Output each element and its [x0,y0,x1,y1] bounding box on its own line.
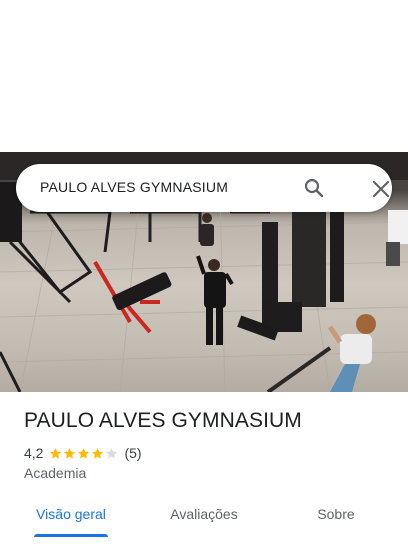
rating-value: 4,2 [24,445,44,461]
search-icon[interactable] [302,176,326,200]
close-icon[interactable] [370,178,392,200]
tab-reviews[interactable]: Avaliações [156,492,252,536]
star-empty-icon [106,447,118,459]
tab-overview[interactable]: Visão geral [24,492,118,536]
place-title: PAULO ALVES GYMNASIUM [24,409,302,432]
search-bar[interactable]: PAULO ALVES GYMNASIUM [16,164,392,212]
star-rating [49,447,118,460]
place-category: Academia [24,465,87,481]
place-tabs: Visão geral Avaliações Sobre [0,492,408,537]
rating-row[interactable]: 4,2 (5) [24,444,142,462]
tab-about[interactable]: Sobre [298,492,374,536]
search-input[interactable]: PAULO ALVES GYMNASIUM [40,179,228,195]
star-icon [50,447,62,459]
map-area-blank [0,0,408,152]
star-icon [78,447,90,459]
star-icon [64,447,76,459]
review-count[interactable]: (5) [124,445,141,461]
active-tab-indicator [34,534,108,537]
star-icon [92,447,104,459]
